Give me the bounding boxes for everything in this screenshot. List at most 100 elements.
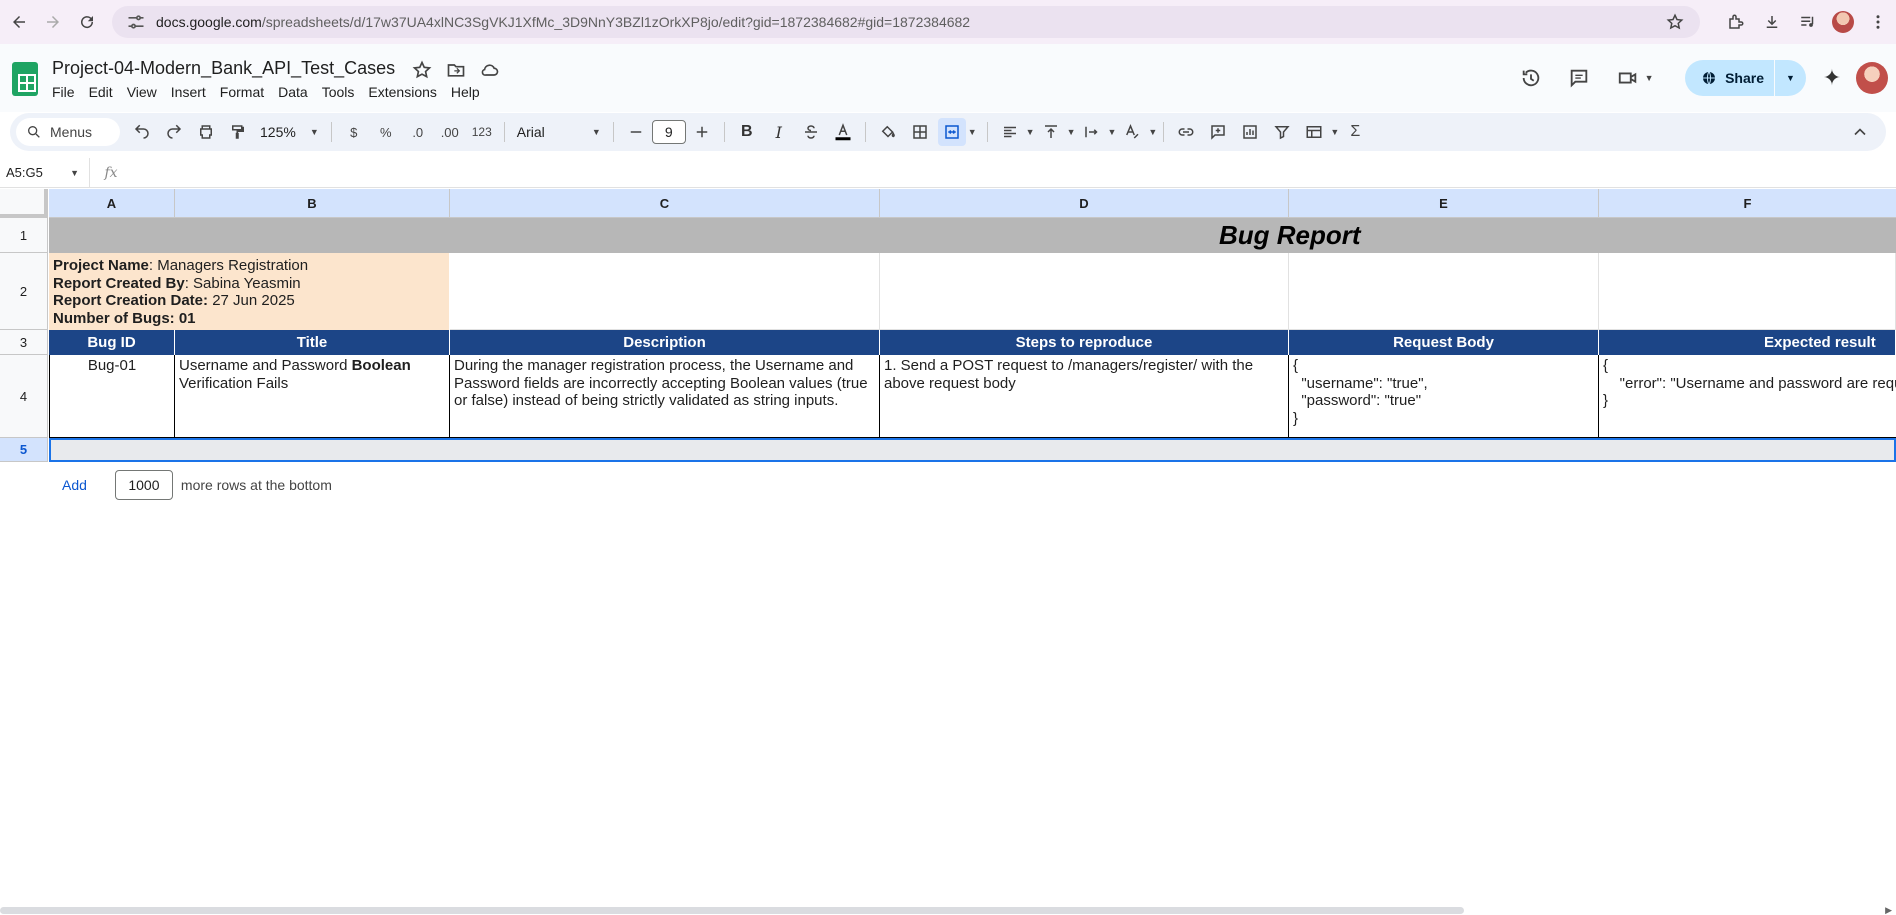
extensions-button[interactable] [1718, 4, 1754, 40]
cell-c2[interactable] [450, 253, 880, 330]
filter-views-button[interactable] [1300, 118, 1328, 146]
chevron-down-icon[interactable]: ▼ [1330, 127, 1339, 137]
cell-request-body[interactable]: { "username": "true", "password": "true"… [1289, 355, 1599, 438]
header-title[interactable]: Title [175, 330, 450, 355]
browser-menu-button[interactable] [1860, 4, 1896, 40]
chevron-down-icon[interactable]: ▼ [1026, 127, 1035, 137]
menu-data[interactable]: Data [278, 84, 316, 100]
header-request-body[interactable]: Request Body [1289, 330, 1599, 355]
horizontal-align-button[interactable] [996, 118, 1024, 146]
fill-color-button[interactable] [874, 118, 902, 146]
vertical-align-button[interactable] [1037, 118, 1065, 146]
decrease-font-size-button[interactable] [622, 118, 650, 146]
text-wrapping-button[interactable] [1078, 118, 1106, 146]
row-header-4[interactable]: 4 [0, 355, 48, 438]
move-folder-icon[interactable] [446, 60, 466, 80]
row-header-1[interactable]: 1 [0, 218, 48, 253]
italic-button[interactable]: I [765, 118, 793, 146]
column-header-d[interactable]: D [880, 189, 1289, 218]
increase-decimal-button[interactable]: .00 [436, 118, 464, 146]
row-header-5[interactable]: 5 [0, 438, 48, 462]
site-settings-icon[interactable] [126, 12, 146, 32]
rows-count-input[interactable]: 1000 [114, 470, 173, 500]
scroll-right-icon[interactable]: ▶ [1885, 905, 1892, 915]
strikethrough-button[interactable] [797, 118, 825, 146]
row-header-2[interactable]: 2 [0, 253, 48, 330]
bookmark-star-icon[interactable] [1666, 13, 1684, 31]
selected-range-a5-g5[interactable] [49, 438, 1896, 462]
version-history-button[interactable] [1511, 58, 1551, 98]
account-avatar[interactable] [1856, 62, 1888, 94]
add-rows-button[interactable]: Add [62, 477, 87, 493]
horizontal-scrollbar[interactable] [0, 907, 1464, 914]
cloud-saved-icon[interactable] [480, 60, 500, 80]
header-description[interactable]: Description [450, 330, 880, 355]
comments-button[interactable] [1559, 58, 1599, 98]
redo-button[interactable] [160, 118, 188, 146]
cell-title-merged[interactable]: Bug Report [49, 218, 1896, 253]
cell-expected-result[interactable]: { "error": "Username and password are re… [1599, 355, 1896, 438]
cell-bug-id[interactable]: Bug-01 [49, 355, 175, 438]
merge-cells-button[interactable] [937, 118, 966, 146]
menu-view[interactable]: View [127, 84, 165, 100]
name-box[interactable]: A5:G5 ▼ [0, 157, 90, 188]
filter-button[interactable] [1268, 118, 1296, 146]
currency-format-button[interactable]: $ [340, 118, 368, 146]
menu-file[interactable]: File [52, 84, 83, 100]
print-button[interactable] [192, 118, 220, 146]
font-select[interactable]: Arial ▼ [511, 118, 607, 146]
more-formats-button[interactable]: 123 [468, 118, 496, 146]
cell-title[interactable]: Username and Password Boolean Verificati… [175, 355, 450, 438]
text-color-button[interactable] [829, 118, 857, 146]
chevron-down-icon[interactable]: ▼ [1067, 127, 1076, 137]
share-main[interactable]: Share [1685, 60, 1774, 96]
cell-e2[interactable] [1289, 253, 1599, 330]
column-header-a[interactable]: A [49, 189, 175, 218]
decrease-decimal-button[interactable]: .0 [404, 118, 432, 146]
meet-button[interactable]: ▼ [1607, 58, 1663, 98]
gemini-icon[interactable]: ✦ [1818, 64, 1846, 92]
doc-title[interactable]: Project-04-Modern_Bank_API_Test_Cases [52, 58, 395, 79]
cell-description[interactable]: During the manager registration process,… [450, 355, 880, 438]
cell-steps[interactable]: 1. Send a POST request to /managers/regi… [880, 355, 1289, 438]
share-button[interactable]: Share ▼ [1685, 60, 1806, 96]
undo-button[interactable] [128, 118, 156, 146]
chevron-down-icon[interactable]: ▼ [1148, 127, 1157, 137]
functions-button[interactable]: Σ [1341, 118, 1369, 146]
collapse-toolbar-icon[interactable] [1850, 122, 1870, 142]
chevron-down-icon[interactable]: ▼ [968, 127, 977, 137]
menu-help[interactable]: Help [451, 84, 488, 100]
back-button[interactable] [4, 7, 34, 37]
share-options-button[interactable]: ▼ [1774, 60, 1806, 96]
insert-comment-button[interactable] [1204, 118, 1232, 146]
increase-font-size-button[interactable] [688, 118, 716, 146]
column-header-b[interactable]: B [175, 189, 450, 218]
select-all-corner[interactable] [0, 189, 48, 218]
bold-button[interactable]: B [733, 118, 761, 146]
downloads-button[interactable] [1754, 4, 1790, 40]
insert-link-button[interactable] [1172, 118, 1200, 146]
menu-edit[interactable]: Edit [89, 84, 121, 100]
font-size-input[interactable]: 9 [651, 120, 686, 144]
cell-report-info[interactable]: Project Name: Managers Registration Repo… [49, 253, 449, 330]
address-bar[interactable]: docs.google.com/spreadsheets/d/17w37UA4x… [112, 6, 1700, 38]
forward-button[interactable] [38, 7, 68, 37]
column-header-c[interactable]: C [450, 189, 880, 218]
menu-extensions[interactable]: Extensions [368, 84, 444, 100]
column-header-e[interactable]: E [1289, 189, 1599, 218]
cell-d2[interactable] [880, 253, 1289, 330]
cell-f2[interactable] [1599, 253, 1896, 330]
header-expected-result[interactable]: Expected result [1599, 330, 1896, 355]
sheets-logo-icon[interactable] [12, 62, 38, 96]
text-rotation-button[interactable] [1118, 118, 1146, 146]
zoom-select[interactable]: 125% ▼ [254, 118, 325, 146]
reload-button[interactable] [72, 7, 102, 37]
insert-chart-button[interactable] [1236, 118, 1264, 146]
menu-tools[interactable]: Tools [322, 84, 363, 100]
header-steps[interactable]: Steps to reproduce [880, 330, 1289, 355]
menu-insert[interactable]: Insert [171, 84, 214, 100]
borders-button[interactable] [906, 118, 934, 146]
header-bug-id[interactable]: Bug ID [49, 330, 175, 355]
chevron-down-icon[interactable]: ▼ [1108, 127, 1117, 137]
menus-search[interactable]: Menus [16, 118, 120, 146]
